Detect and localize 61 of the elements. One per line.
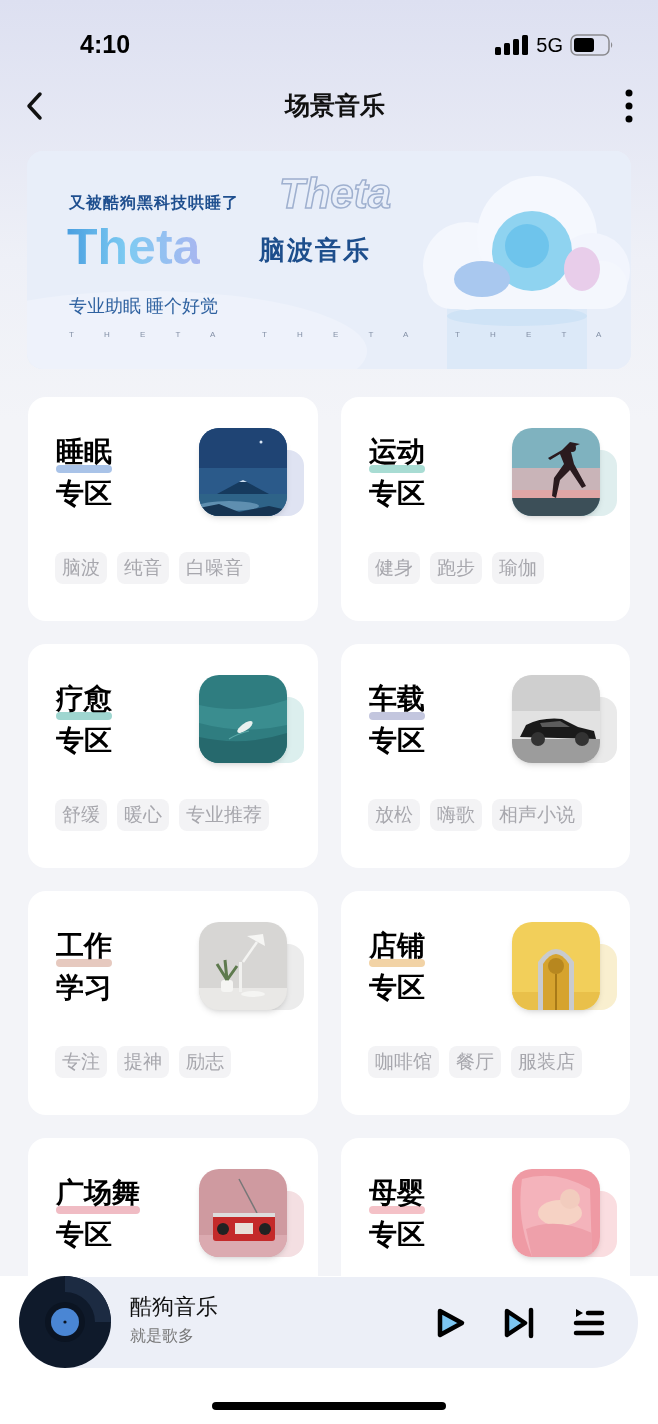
tag-chip[interactable]: 健身 — [367, 552, 420, 584]
zone-title: 母婴 — [368, 1176, 425, 1210]
zone-title: 专区 — [368, 1218, 425, 1252]
track-subtitle: 就是歌多 — [130, 1326, 195, 1346]
zone-title: 运动 — [368, 435, 425, 469]
banner-letters: T H E T A — [69, 329, 230, 341]
banner-tagline: 又被酷狗黑科技哄睡了 — [69, 193, 239, 213]
tag-chip[interactable]: 相声小说 — [491, 799, 582, 831]
zone-card[interactable]: 店铺 专区 咖啡馆 餐厅 服装店 — [340, 891, 630, 1115]
banner[interactable]: 又被酷狗黑科技哄睡了 Theta Theta 脑波音乐 专业助眠 睡个好觉 T H E T A T H E T A T H E T A — [27, 151, 631, 369]
tag-chip[interactable]: 咖啡馆 — [367, 1046, 439, 1078]
zone-card[interactable]: 车载 专区 放松 嗨歌 相声小说 — [340, 644, 630, 868]
tag-chip[interactable]: 提神 — [117, 1046, 169, 1078]
zone-card[interactable]: 运动 专区 健身 跑步 瑜伽 — [340, 397, 630, 621]
zone-card[interactable]: 疗愈 专区 舒缓 暖心 专业推荐 — [28, 644, 318, 868]
tag-chip[interactable]: 专业推荐 — [179, 799, 269, 831]
tag-chip[interactable]: 纯音 — [117, 552, 169, 584]
banner-title: 脑波音乐 — [259, 234, 371, 267]
zone-title: 店铺 — [368, 929, 425, 963]
tag-chip[interactable]: 励志 — [179, 1046, 231, 1078]
status-time: 4:10 — [80, 29, 131, 61]
tag-chip[interactable]: 服装店 — [510, 1046, 582, 1078]
zone-title: 工作 — [56, 929, 112, 963]
zone-title: 专区 — [56, 477, 112, 511]
track-title: 酷狗音乐 — [130, 1293, 218, 1321]
banner-letters: T H E T A — [455, 329, 616, 341]
zone-title: 专区 — [56, 724, 112, 758]
album-disc-icon — [19, 1276, 111, 1368]
ghost-logo: Theta — [279, 173, 391, 215]
zone-title: 疗愈 — [56, 682, 112, 716]
zone-title: 睡眠 — [56, 435, 112, 469]
zone-title: 车载 — [368, 682, 425, 716]
zone-title: 学习 — [56, 971, 112, 1005]
battery-icon — [570, 34, 614, 56]
signal-icon — [495, 35, 530, 55]
zone-card[interactable]: 广场舞 专区 — [28, 1138, 318, 1276]
next-track-icon[interactable] — [502, 1306, 536, 1340]
tag-chip[interactable]: 嗨歌 — [429, 799, 482, 831]
banner-subtitle: 专业助眠 睡个好觉 — [69, 295, 218, 318]
zone-title: 专区 — [368, 477, 425, 511]
tag-chip[interactable]: 白噪音 — [179, 552, 250, 584]
tag-chip[interactable]: 跑步 — [429, 552, 482, 584]
zone-title: 广场舞 — [56, 1176, 140, 1210]
zone-card[interactable]: 工作 学习 专注 提神 励志 — [28, 891, 318, 1115]
tag-chip[interactable]: 放松 — [367, 799, 420, 831]
zone-title: 专区 — [368, 971, 425, 1005]
playlist-icon[interactable] — [573, 1307, 605, 1337]
tag-chip[interactable]: 暖心 — [117, 799, 169, 831]
page-title: 场景音乐 — [285, 90, 385, 122]
tag-chip[interactable]: 专注 — [55, 1046, 107, 1078]
zone-card[interactable]: 母婴 专区 — [340, 1138, 630, 1276]
banner-letters: T H E T A — [262, 329, 423, 341]
tag-chip[interactable]: 舒缓 — [55, 799, 107, 831]
tag-chip[interactable]: 餐厅 — [448, 1046, 501, 1078]
tag-chip[interactable]: 瑜伽 — [491, 552, 544, 584]
zone-title: 专区 — [368, 724, 425, 758]
zone-title: 专区 — [56, 1218, 113, 1252]
network-label: 5G — [536, 33, 563, 58]
zone-card[interactable]: 睡眠 专区 脑波 纯音 白噪音 — [28, 397, 318, 621]
more-icon[interactable] — [624, 89, 634, 123]
tag-chip[interactable]: 脑波 — [55, 552, 107, 584]
